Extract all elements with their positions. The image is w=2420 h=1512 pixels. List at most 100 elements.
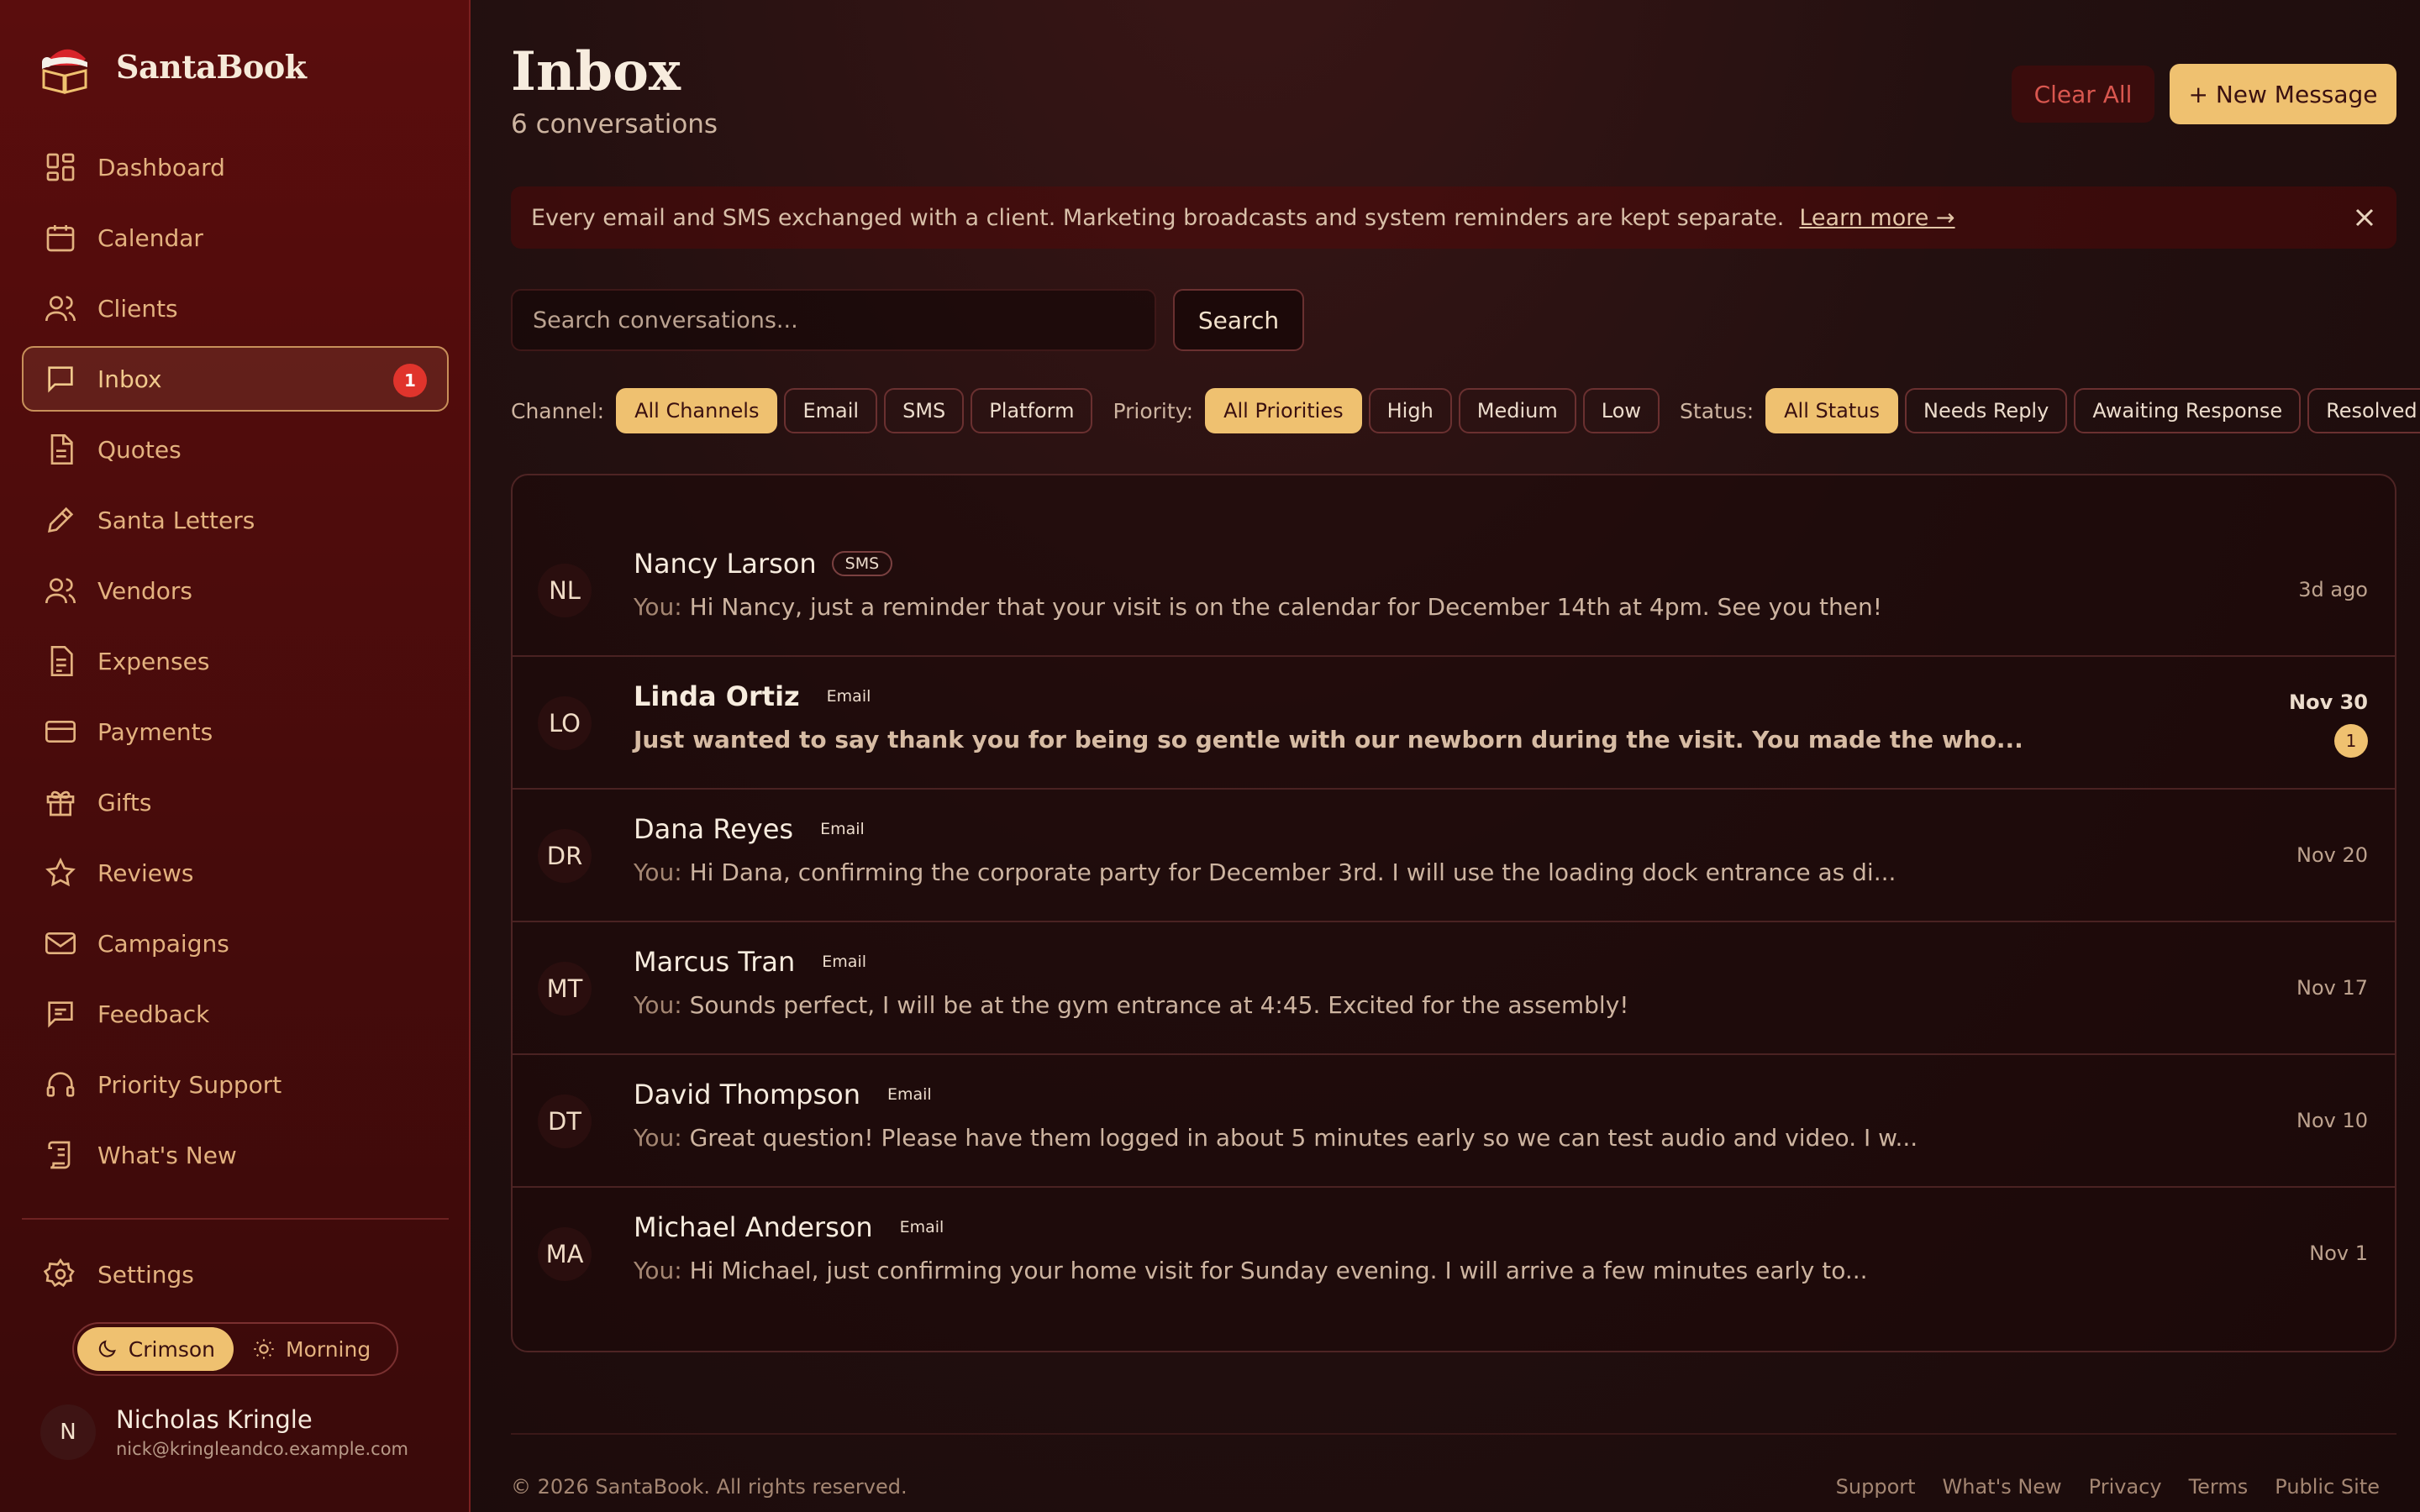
sidebar-item-santa-letters[interactable]: Santa Letters (22, 487, 449, 553)
sidebar-item-label: Settings (97, 1260, 194, 1289)
copyright: © 2026 SantaBook. All rights reserved. (511, 1475, 908, 1499)
filter-chip-high[interactable]: High (1368, 388, 1452, 433)
sidebar-item-expenses[interactable]: Expenses (22, 628, 449, 694)
footer-link-privacy[interactable]: Privacy (2089, 1475, 2162, 1499)
avatar: MA (538, 1227, 592, 1281)
filter-chip-email[interactable]: Email (784, 388, 878, 433)
sidebar-item-label: What's New (97, 1141, 237, 1169)
footer-link-whats-new[interactable]: What's New (1943, 1475, 2062, 1499)
sidebar-item-payments[interactable]: Payments (22, 699, 449, 764)
sidebar-item-label: Priority Support (97, 1070, 282, 1099)
document-icon (50, 434, 73, 465)
theme-toggle: Crimson Morning (72, 1322, 398, 1376)
message-preview: You: Hi Nancy, just a reminder that your… (634, 593, 1882, 621)
preview-text: Hi Nancy, just a reminder that your visi… (689, 593, 1882, 621)
conversation-header: Linda Ortiz Email (634, 680, 882, 712)
sidebar-nav: Dashboard Calendar Clients Inbox 1 Quote… (22, 134, 449, 1193)
sidebar-item-feedback[interactable]: Feedback (22, 981, 449, 1047)
filter-chip-low[interactable]: Low (1582, 388, 1660, 433)
contact-name: Michael Anderson (634, 1211, 873, 1243)
user-email: nick@kringleandco.example.com (116, 1439, 408, 1459)
search-input[interactable] (511, 289, 1156, 351)
sidebar-item-reviews[interactable]: Reviews (22, 840, 449, 906)
receipt-icon (50, 646, 73, 676)
page-title: Inbox (511, 40, 681, 103)
main-content: Inbox 6 conversations Clear All + New Me… (471, 0, 2420, 1512)
conversation-header: Nancy Larson SMS (634, 548, 893, 580)
conversation-header: David Thompson Email (634, 1079, 944, 1110)
sidebar-item-label: Vendors (97, 576, 192, 605)
clear-all-button[interactable]: Clear All (2012, 66, 2154, 123)
sidebar-item-vendors[interactable]: Vendors (22, 558, 449, 623)
sidebar-item-priority-support[interactable]: Priority Support (22, 1052, 449, 1117)
avatar: DT (538, 1095, 592, 1148)
unread-count-badge: 1 (393, 364, 427, 397)
user-info: Nicholas Kringle nick@kringleandco.examp… (116, 1405, 408, 1459)
filter-chip-all-channels[interactable]: All Channels (616, 388, 778, 433)
gift-icon (46, 790, 75, 816)
filter-chip-all-priorities[interactable]: All Priorities (1205, 388, 1362, 433)
footer-link-public-site[interactable]: Public Site (2275, 1475, 2380, 1499)
footer-links: Support What's New Privacy Terms Public … (1836, 1475, 2380, 1499)
sender-prefix: You: (634, 991, 682, 1019)
preview-text: Hi Dana, confirming the corporate party … (689, 858, 1897, 886)
credit-card-icon (45, 721, 76, 743)
conversation-row[interactable]: MA Michael Anderson Email You: Hi Michae… (513, 1188, 2395, 1320)
user-name: Nicholas Kringle (116, 1405, 313, 1434)
channel-filter-label: Channel: (511, 398, 605, 423)
sidebar-item-label: Quotes (97, 435, 182, 464)
sun-icon (254, 1339, 274, 1359)
learn-more-link[interactable]: Learn more → (1799, 205, 1954, 231)
search-button[interactable]: Search (1173, 289, 1304, 351)
sidebar-item-label: Clients (97, 294, 178, 323)
preview-text: Sounds perfect, I will be at the gym ent… (689, 991, 1629, 1019)
sidebar-item-calendar[interactable]: Calendar (22, 205, 449, 270)
footer-link-terms[interactable]: Terms (2189, 1475, 2249, 1499)
avatar: MT (538, 962, 592, 1016)
conversation-row[interactable]: LO Linda Ortiz Email Just wanted to say … (513, 657, 2395, 790)
brand[interactable]: SantaBook (35, 37, 307, 96)
pen-icon (47, 507, 74, 533)
timestamp: Nov 10 (2296, 1109, 2368, 1132)
user-profile[interactable]: N Nicholas Kringle nick@kringleandco.exa… (40, 1404, 408, 1460)
sidebar-item-label: Campaigns (97, 929, 229, 958)
filter-chip-resolved[interactable]: Resolved (2307, 388, 2420, 433)
footer-link-support[interactable]: Support (1836, 1475, 1916, 1499)
message-preview: You: Sounds perfect, I will be at the gy… (634, 991, 1629, 1019)
users-icon (45, 296, 76, 322)
channel-badge: SMS (831, 551, 893, 576)
new-message-button[interactable]: + New Message (2170, 64, 2396, 124)
channel-badge: Email (886, 1085, 932, 1104)
santa-book-logo-icon (42, 49, 87, 94)
sidebar-item-quotes[interactable]: Quotes (22, 417, 449, 482)
sidebar-item-clients[interactable]: Clients (22, 276, 449, 341)
avatar: DR (538, 829, 592, 883)
theme-morning-option[interactable]: Morning (234, 1327, 389, 1371)
status-filter-label: Status: (1680, 398, 1754, 423)
filter-chip-sms[interactable]: SMS (884, 388, 965, 433)
sidebar-item-campaigns[interactable]: Campaigns (22, 911, 449, 976)
sidebar-item-dashboard[interactable]: Dashboard (22, 134, 449, 200)
conversation-row[interactable]: MT Marcus Tran Email You: Sounds perfect… (513, 922, 2395, 1055)
filter-chip-all-status[interactable]: All Status (1765, 388, 1898, 433)
sidebar-item-label: Payments (97, 717, 213, 746)
banner-text: Every email and SMS exchanged with a cli… (531, 204, 1785, 231)
conversation-row[interactable]: NL Nancy Larson SMS You: Hi Nancy, just … (513, 524, 2395, 657)
close-icon[interactable] (2349, 202, 2380, 233)
timestamp: Nov 17 (2296, 976, 2368, 1000)
conversation-row[interactable]: DT David Thompson Email You: Great quest… (513, 1055, 2395, 1188)
avatar: N (40, 1404, 96, 1460)
app-root: SantaBook Dashboard Calendar Clients Inb… (0, 0, 2420, 1512)
conversation-row[interactable]: DR Dana Reyes Email You: Hi Dana, confir… (513, 790, 2395, 922)
sidebar-item-settings[interactable]: Settings (22, 1242, 449, 1307)
filter-chip-medium[interactable]: Medium (1458, 388, 1576, 433)
sidebar-item-gifts[interactable]: Gifts (22, 769, 449, 835)
filter-chip-awaiting-response[interactable]: Awaiting Response (2074, 388, 2302, 433)
filter-chip-platform[interactable]: Platform (971, 388, 1093, 433)
filter-chip-needs-reply[interactable]: Needs Reply (1904, 388, 2068, 433)
theme-morning-label: Morning (286, 1336, 371, 1362)
theme-crimson-option[interactable]: Crimson (77, 1327, 234, 1371)
sidebar-item-whats-new[interactable]: What's New (22, 1122, 449, 1188)
sidebar-item-inbox[interactable]: Inbox 1 (22, 346, 449, 412)
priority-filter-label: Priority: (1113, 398, 1194, 423)
